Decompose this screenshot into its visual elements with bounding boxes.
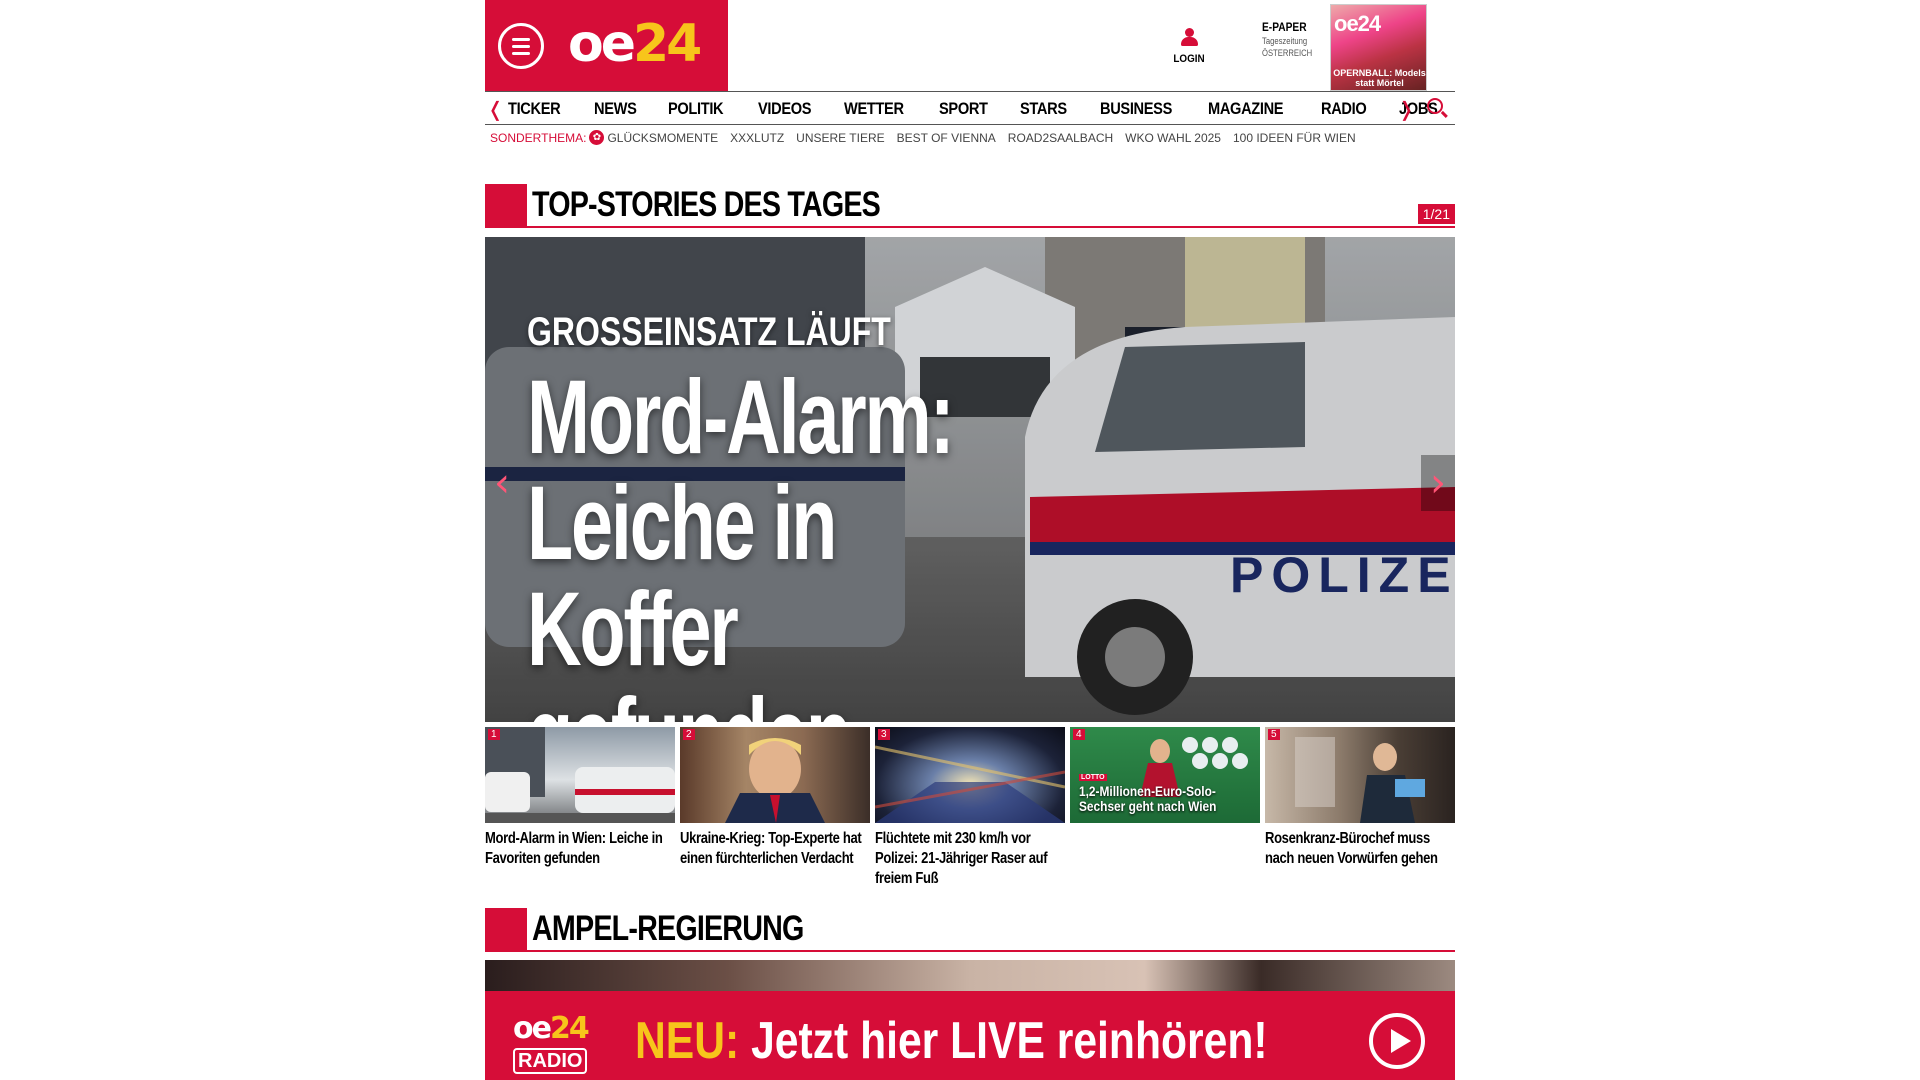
section-marker [485,908,527,952]
thumb-story[interactable]: 2 Ukraine-Krieg: Top-Experte hat einen f… [680,727,870,889]
section-title[interactable]: AMPEL-REGIERUNG [532,909,804,949]
hero-headline: Mord-Alarm: Leiche in Koffer gefunden [527,359,955,723]
subnav-item[interactable]: BEST OF VIENNA [897,131,996,145]
nav-item-business[interactable]: BUSINESS [1100,99,1172,119]
thumb-image: 2 [680,727,870,823]
thumb-caption[interactable]: Flüchtete mit 230 km/h vor Polizei: 21-J… [875,829,1065,889]
site-header: oe24 LOGIN E-PAPER Tageszeitung ÖSTERREI… [485,0,1455,91]
thumb-image: 5 [1265,727,1455,823]
section-marker [485,184,527,228]
radio-logo-label: RADIO [513,1048,588,1074]
radio-neu-label: NEU: [635,1012,740,1070]
nav-item-videos[interactable]: VIDEOS [758,99,812,119]
thumb-image: 4 LOTTO 1,2-Millionen-Euro-Solo-Sechser … [1070,727,1260,823]
nav-item-ticker[interactable]: TICKER [508,99,561,119]
menu-icon[interactable] [498,23,544,69]
nav-item-radio[interactable]: RADIO [1321,99,1367,119]
thumb-caption[interactable]: Mord-Alarm in Wien: Leiche in Favoriten … [485,829,675,869]
section-top-stories: TOP-STORIES DES TAGES 1/21 [485,184,1455,228]
main-nav: ❬ TICKER NEWS POLITIK VIDEOS WETTER SPORT STAR… [485,91,1455,125]
thumb-image: 1 [485,727,675,823]
section-ampel-regierung: AMPEL-REGIERUNG [485,908,1455,952]
nav-item-wetter[interactable]: WETTER [844,99,904,119]
epaper-title: E-PAPER [1262,20,1307,34]
login-button[interactable]: LOGIN [1169,26,1209,65]
lotto-tag: LOTTO [1079,774,1107,781]
site-logo[interactable]: oe24 [568,14,702,74]
radio-logo-main: oe [513,1011,552,1046]
radio-cta: Jetzt hier LIVE reinhören! [751,1012,1268,1070]
slider-next-icon[interactable]: › [1421,455,1455,511]
epaper-cover-headline: OPERNBALL: Models statt Mörtel [1333,68,1426,88]
subnav-item[interactable]: GLÜCKSMOMENTE [607,131,718,145]
nav-items: TICKER NEWS POLITIK VIDEOS WETTER SPORT STARS B… [508,99,1468,119]
nav-item-magazine[interactable]: MAGAZINE [1208,99,1284,119]
nav-item-news[interactable]: NEWS [594,99,637,119]
radio-banner[interactable]: oe24 RADIO NEU: Jetzt hier LIVE reinhöre… [485,991,1455,1080]
nav-scroll-right-icon[interactable]: ❭ [1398,97,1415,121]
search-icon[interactable] [1427,98,1443,114]
epaper-subtitle-2: ÖSTERREICH [1262,48,1313,58]
hero-kicker: GROSSEINSATZ LÄUFT [527,310,891,354]
thumb-image: 3 [875,727,1065,823]
radio-banner-text: NEU: Jetzt hier LIVE reinhören! [635,1011,1268,1071]
content-column: oe24 LOGIN E-PAPER Tageszeitung ÖSTERREI… [485,0,1455,1080]
thumb-number: 5 [1268,729,1280,740]
radio-logo: oe24 RADIO [513,1013,603,1074]
section-rule [527,226,1455,228]
radio-logo-num: 24 [549,1011,590,1046]
user-icon [1180,26,1198,48]
thumb-story[interactable]: 4 LOTTO 1,2-Millionen-Euro-Solo-Sechser … [1070,727,1260,889]
subnav-item[interactable]: UNSERE TIERE [796,131,884,145]
subnav-item[interactable]: WKO WAHL 2025 [1125,131,1221,145]
subnav-item[interactable]: XXXLUTZ [730,131,784,145]
subnav-lead: SONDERTHEMA: [490,130,587,145]
page: oe24 LOGIN E-PAPER Tageszeitung ÖSTERREI… [0,0,1920,1080]
thumb-overlay-text: 1,2-Millionen-Euro-Solo-Sechser geht nac… [1079,783,1217,814]
slider-prev-icon[interactable]: ‹ [485,455,519,511]
thumb-photo [875,745,1065,823]
thumb-number: 1 [488,729,500,740]
thumb-photo [485,727,675,823]
slide-counter: 1/21 [1417,204,1455,224]
epaper-subtitle: Tageszeitung [1262,36,1308,46]
hero-slide[interactable]: POLIZE GROSSEINSATZ LÄUFT Mord-Alarm: Le… [485,237,1455,722]
logo-main: oe [568,14,636,74]
logo-box: oe24 [485,0,728,91]
nav-item-politik[interactable]: POLITIK [668,99,724,119]
epaper-cover-logo: oe24 [1334,11,1381,36]
subnav: SONDERTHEMA: ✿ GLÜCKSMOMENTE XXXLUTZ UNSER… [490,130,1368,145]
play-icon[interactable] [1369,1013,1425,1069]
thumb-story[interactable]: 3 Flüchtete mit 230 km/h vor Polizei: 21… [875,727,1065,889]
thumb-story[interactable]: 5 Rosenkranz-Bürochef muss nach neuen Vo… [1265,727,1455,889]
thumb-story[interactable]: 1 Mord-Alarm in Wien: Leiche in Favorite… [485,727,675,889]
epaper-link[interactable]: E-PAPER Tageszeitung ÖSTERREICH [1262,20,1321,58]
thumb-number: 2 [683,729,695,740]
nav-item-stars[interactable]: STARS [1020,99,1067,119]
thumb-photo [725,738,825,823]
thumb-caption[interactable]: Ukraine-Krieg: Top-Experte hat einen für… [680,829,870,869]
section-title: TOP-STORIES DES TAGES [532,185,881,224]
thumb-number: 4 [1073,729,1085,740]
epaper-cover-image[interactable]: oe24 OPERNBALL: Models statt Mörtel [1330,4,1427,91]
thumb-number: 3 [878,729,890,740]
login-label: LOGIN [1173,53,1205,65]
section-rule [527,950,1455,952]
top-stories-thumbs: 1 Mord-Alarm in Wien: Leiche in Favorite… [485,727,1455,889]
thumb-photo [1295,737,1425,823]
thumb-caption[interactable]: Rosenkranz-Bürochef muss nach neuen Vorw… [1265,829,1455,869]
subnav-item[interactable]: 100 IDEEN FÜR WIEN [1233,131,1356,145]
clover-icon: ✿ [589,130,605,145]
logo-num: 24 [633,14,702,74]
nav-item-sport[interactable]: SPORT [939,99,988,119]
nav-scroll-left-icon[interactable]: ❬ [487,97,504,121]
subnav-item[interactable]: ROAD2SAALBACH [1008,131,1113,145]
